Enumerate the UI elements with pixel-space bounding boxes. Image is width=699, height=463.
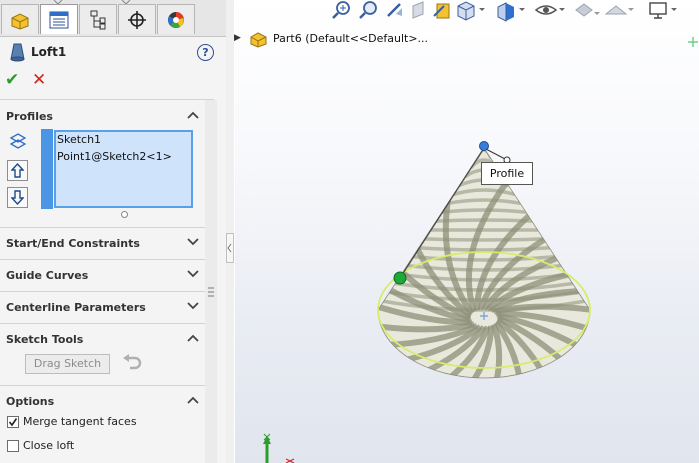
cone-body — [377, 147, 591, 379]
profile-list-accent — [41, 129, 53, 209]
close-loft-checkbox[interactable] — [7, 440, 19, 452]
chevron-up-icon[interactable] — [187, 110, 199, 120]
section-divider — [0, 259, 214, 260]
splitter-collapse-handle[interactable] — [226, 233, 234, 263]
section-divider — [0, 291, 214, 292]
manager-tab-bar — [0, 0, 226, 37]
start-end-constraints-header[interactable]: Start/End Constraints — [6, 237, 140, 250]
reference-triad-icon — [263, 433, 295, 463]
chevron-left-icon — [227, 243, 232, 253]
profile-item[interactable]: Point1@Sketch2<1> — [57, 150, 172, 163]
cone-stripe — [435, 218, 533, 223]
panel-splitter[interactable] — [226, 0, 234, 463]
list-resize-handle[interactable] — [121, 211, 128, 218]
move-down-button[interactable] — [7, 187, 28, 208]
close-loft-label: Close loft — [23, 439, 75, 452]
merge-tangent-faces-checkbox[interactable] — [7, 416, 19, 428]
chevron-up-icon[interactable] — [187, 333, 199, 343]
configuration-icon — [90, 10, 106, 29]
apex-point-handle[interactable] — [479, 141, 489, 151]
drag-sketch-button[interactable]: Drag Sketch — [25, 354, 110, 374]
chevron-down-icon[interactable] — [187, 237, 199, 247]
tab-display-manager[interactable] — [157, 4, 195, 34]
section-divider — [0, 227, 214, 228]
sketch-tools-header[interactable]: Sketch Tools — [6, 333, 83, 346]
section-divider — [0, 385, 214, 386]
help-button[interactable]: ? — [197, 44, 214, 61]
feature-title: Loft1 — [31, 45, 67, 59]
tab-property-manager[interactable] — [40, 4, 78, 34]
loft-cone-model[interactable] — [235, 0, 699, 463]
crosshair-icon — [128, 10, 146, 29]
color-wheel-icon — [168, 11, 184, 28]
profile-selection-icon — [9, 133, 27, 149]
profile-item[interactable]: Sketch1 — [57, 133, 101, 146]
property-list-icon — [49, 11, 69, 28]
tab-dimxpert-manager[interactable] — [118, 4, 156, 34]
chevron-up-icon[interactable] — [187, 395, 199, 405]
chevron-down-icon[interactable] — [187, 269, 199, 279]
loft-feature-icon — [10, 43, 25, 62]
undo-icon[interactable] — [122, 354, 142, 372]
cone-stripe — [423, 237, 545, 242]
tab-feature-manager[interactable] — [1, 4, 39, 34]
chevron-down-icon[interactable] — [187, 301, 199, 311]
cancel-button[interactable]: ✕ — [32, 70, 46, 90]
section-divider — [0, 323, 214, 324]
options-header[interactable]: Options — [6, 395, 54, 408]
profile-callout-label[interactable]: Profile — [481, 162, 533, 185]
arrow-up-icon — [11, 163, 24, 178]
tab-configuration-manager[interactable] — [79, 4, 117, 34]
feature-tree-icon — [11, 12, 29, 30]
arrow-down-icon — [11, 190, 24, 205]
guide-curves-header[interactable]: Guide Curves — [6, 269, 88, 282]
panel-scrollbar[interactable] — [205, 100, 217, 463]
merge-tangent-faces-label: Merge tangent faces — [23, 415, 137, 428]
scrollbar-grip[interactable] — [208, 286, 214, 298]
start-point-handle[interactable] — [393, 271, 407, 285]
ok-button[interactable]: ✔ — [5, 70, 19, 90]
move-up-button[interactable] — [7, 160, 28, 181]
section-divider — [0, 99, 214, 100]
checkmark-icon — [8, 418, 18, 427]
centerline-parameters-header[interactable]: Centerline Parameters — [6, 301, 146, 314]
profiles-section-header[interactable]: Profiles — [6, 110, 53, 123]
